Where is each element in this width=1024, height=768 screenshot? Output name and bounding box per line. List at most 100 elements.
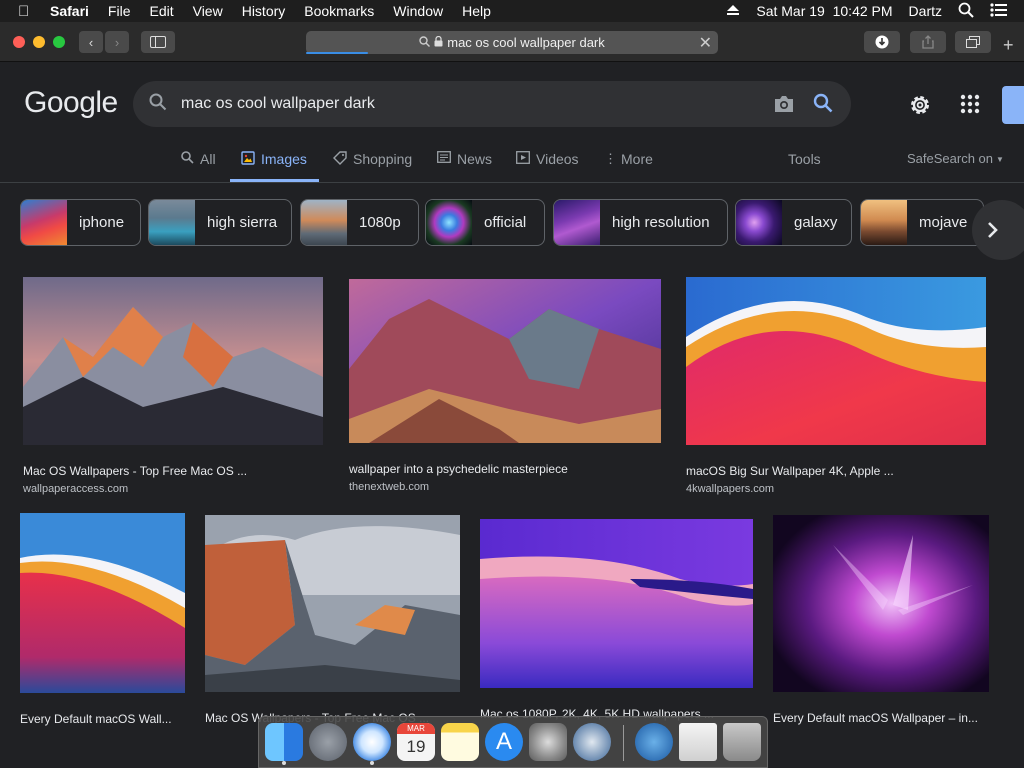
tab-more[interactable]: ⋮ More bbox=[604, 151, 653, 182]
chip-thumbnail bbox=[861, 200, 907, 245]
trash-icon[interactable] bbox=[723, 723, 761, 761]
chip-official[interactable]: official bbox=[425, 199, 545, 246]
image-result[interactable]: Mac OS Wallpapers - Top Free Mac OS ... … bbox=[23, 277, 323, 495]
menu-file[interactable]: File bbox=[108, 3, 131, 19]
downloads-folder-icon[interactable] bbox=[635, 723, 673, 761]
app-store-icon[interactable]: A bbox=[485, 723, 523, 761]
search-submit-icon[interactable] bbox=[813, 93, 833, 118]
result-title[interactable]: Mac OS Wallpapers - Top Free Mac OS ... bbox=[23, 464, 323, 478]
result-image[interactable] bbox=[349, 279, 661, 443]
menu-history[interactable]: History bbox=[242, 3, 286, 19]
tab-news[interactable]: News bbox=[437, 151, 492, 182]
search-input[interactable]: mac os cool wallpaper dark bbox=[181, 95, 375, 113]
result-image[interactable] bbox=[20, 513, 185, 693]
account-avatar[interactable] bbox=[1002, 86, 1024, 124]
result-title[interactable]: wallpaper into a psychedelic masterpiece bbox=[349, 462, 661, 476]
chips-next-button[interactable] bbox=[972, 200, 1024, 260]
chip-label: iphone bbox=[79, 214, 125, 231]
calendar-icon[interactable]: MAR 19 bbox=[397, 723, 435, 761]
safari-icon[interactable] bbox=[353, 723, 391, 761]
stop-loading-icon[interactable]: ✕ bbox=[699, 33, 712, 53]
menu-edit[interactable]: Edit bbox=[149, 3, 173, 19]
minimize-window-button[interactable] bbox=[33, 36, 45, 48]
menu-view[interactable]: View bbox=[193, 3, 223, 19]
eject-icon[interactable] bbox=[726, 3, 740, 19]
new-tab-button[interactable]: + bbox=[1003, 35, 1014, 56]
document-icon[interactable] bbox=[679, 723, 717, 761]
clock[interactable]: Sat Mar 19 10:42 PM bbox=[756, 3, 892, 19]
sidebar-toggle-button[interactable] bbox=[141, 31, 175, 53]
migration-assistant-icon[interactable] bbox=[573, 723, 611, 761]
result-image[interactable] bbox=[686, 277, 986, 445]
image-result[interactable]: macOS Big Sur Wallpaper 4K, Apple ... 4k… bbox=[686, 277, 986, 495]
spotlight-search-icon[interactable] bbox=[958, 2, 974, 21]
control-center-icon[interactable] bbox=[990, 2, 1008, 20]
chip-label: 1080p bbox=[359, 214, 401, 231]
news-icon bbox=[437, 151, 451, 166]
result-title[interactable]: Every Default macOS Wall... bbox=[20, 712, 185, 726]
dock: MAR 19 A bbox=[258, 716, 768, 768]
chip-label: official bbox=[484, 214, 527, 231]
image-result[interactable]: wallpaper into a psychedelic masterpiece… bbox=[349, 279, 661, 493]
share-icon bbox=[922, 35, 934, 49]
tab-label: All bbox=[200, 151, 216, 167]
chip-high-sierra[interactable]: high sierra bbox=[148, 199, 292, 246]
downloads-button[interactable] bbox=[864, 31, 900, 53]
tab-videos[interactable]: Videos bbox=[516, 151, 579, 182]
more-vert-icon: ⋮ bbox=[604, 151, 617, 166]
tab-all[interactable]: All bbox=[181, 151, 216, 182]
chip-label: high sierra bbox=[207, 214, 278, 231]
tools-button[interactable]: Tools bbox=[788, 151, 821, 182]
user-name[interactable]: Dartz bbox=[909, 3, 942, 19]
chevron-right-icon bbox=[988, 222, 998, 238]
chip-galaxy[interactable]: galaxy bbox=[735, 199, 852, 246]
result-site[interactable]: thenextweb.com bbox=[349, 481, 661, 493]
image-result[interactable]: Every Default macOS Wall... bbox=[20, 513, 185, 726]
settings-gear-icon[interactable] bbox=[908, 93, 932, 122]
result-image[interactable] bbox=[23, 277, 323, 445]
safesearch-toggle[interactable]: SafeSearch on ▼ bbox=[907, 151, 1004, 182]
share-button[interactable] bbox=[910, 31, 946, 53]
result-image[interactable] bbox=[205, 515, 460, 692]
image-result[interactable]: Mac os 1080P, 2K, 4K, 5K HD wallpapers .… bbox=[480, 519, 753, 721]
result-image[interactable] bbox=[773, 515, 989, 692]
search-tabs: All Images Shopping News Videos ⋮ More T… bbox=[0, 150, 1024, 183]
system-preferences-icon[interactable] bbox=[529, 723, 567, 761]
result-title[interactable]: Every Default macOS Wallpaper – in... bbox=[773, 711, 989, 725]
running-indicator bbox=[370, 761, 374, 765]
zoom-window-button[interactable] bbox=[53, 36, 65, 48]
result-site[interactable]: 4kwallpapers.com bbox=[686, 483, 986, 495]
image-result[interactable]: Mac OS Wallpapers - Top Free Mac OS ... bbox=[205, 515, 460, 725]
tabs-overview-button[interactable] bbox=[955, 31, 991, 53]
chip-iphone[interactable]: iphone bbox=[20, 199, 141, 246]
back-button[interactable]: ‹ bbox=[79, 31, 103, 53]
tab-images[interactable]: Images bbox=[230, 151, 319, 182]
menu-bookmarks[interactable]: Bookmarks bbox=[304, 3, 374, 19]
finder-icon[interactable] bbox=[265, 723, 303, 761]
result-image[interactable] bbox=[480, 519, 753, 688]
chip-mojave[interactable]: mojave bbox=[860, 199, 984, 246]
chip-high-resolution[interactable]: high resolution bbox=[553, 199, 728, 246]
google-logo[interactable]: Google bbox=[24, 86, 118, 120]
notes-icon[interactable] bbox=[441, 723, 479, 761]
safesearch-label: SafeSearch on bbox=[907, 151, 994, 166]
chip-thumbnail bbox=[301, 200, 347, 245]
menu-app-name[interactable]: Safari bbox=[50, 3, 89, 19]
menu-window[interactable]: Window bbox=[393, 3, 443, 19]
apps-grid-icon[interactable] bbox=[959, 93, 981, 120]
image-result[interactable]: Every Default macOS Wallpaper – in... bbox=[773, 515, 989, 725]
launchpad-icon[interactable] bbox=[309, 723, 347, 761]
tab-shopping[interactable]: Shopping bbox=[333, 151, 412, 182]
menu-extras: Sat Mar 19 10:42 PM Dartz bbox=[710, 2, 1024, 21]
result-title[interactable]: macOS Big Sur Wallpaper 4K, Apple ... bbox=[686, 464, 986, 478]
menu-help[interactable]: Help bbox=[462, 3, 491, 19]
apple-menu-icon[interactable]:  bbox=[18, 3, 36, 20]
close-window-button[interactable] bbox=[13, 36, 25, 48]
forward-button[interactable]: › bbox=[105, 31, 129, 53]
camera-icon[interactable] bbox=[773, 94, 795, 119]
result-site[interactable]: wallpaperaccess.com bbox=[23, 483, 323, 495]
search-box[interactable]: mac os cool wallpaper dark bbox=[133, 81, 851, 127]
address-bar[interactable]: mac os cool wallpaper dark ✕ bbox=[306, 31, 718, 54]
chip-1080p[interactable]: 1080p bbox=[300, 199, 419, 246]
chip-label: mojave bbox=[919, 214, 968, 231]
